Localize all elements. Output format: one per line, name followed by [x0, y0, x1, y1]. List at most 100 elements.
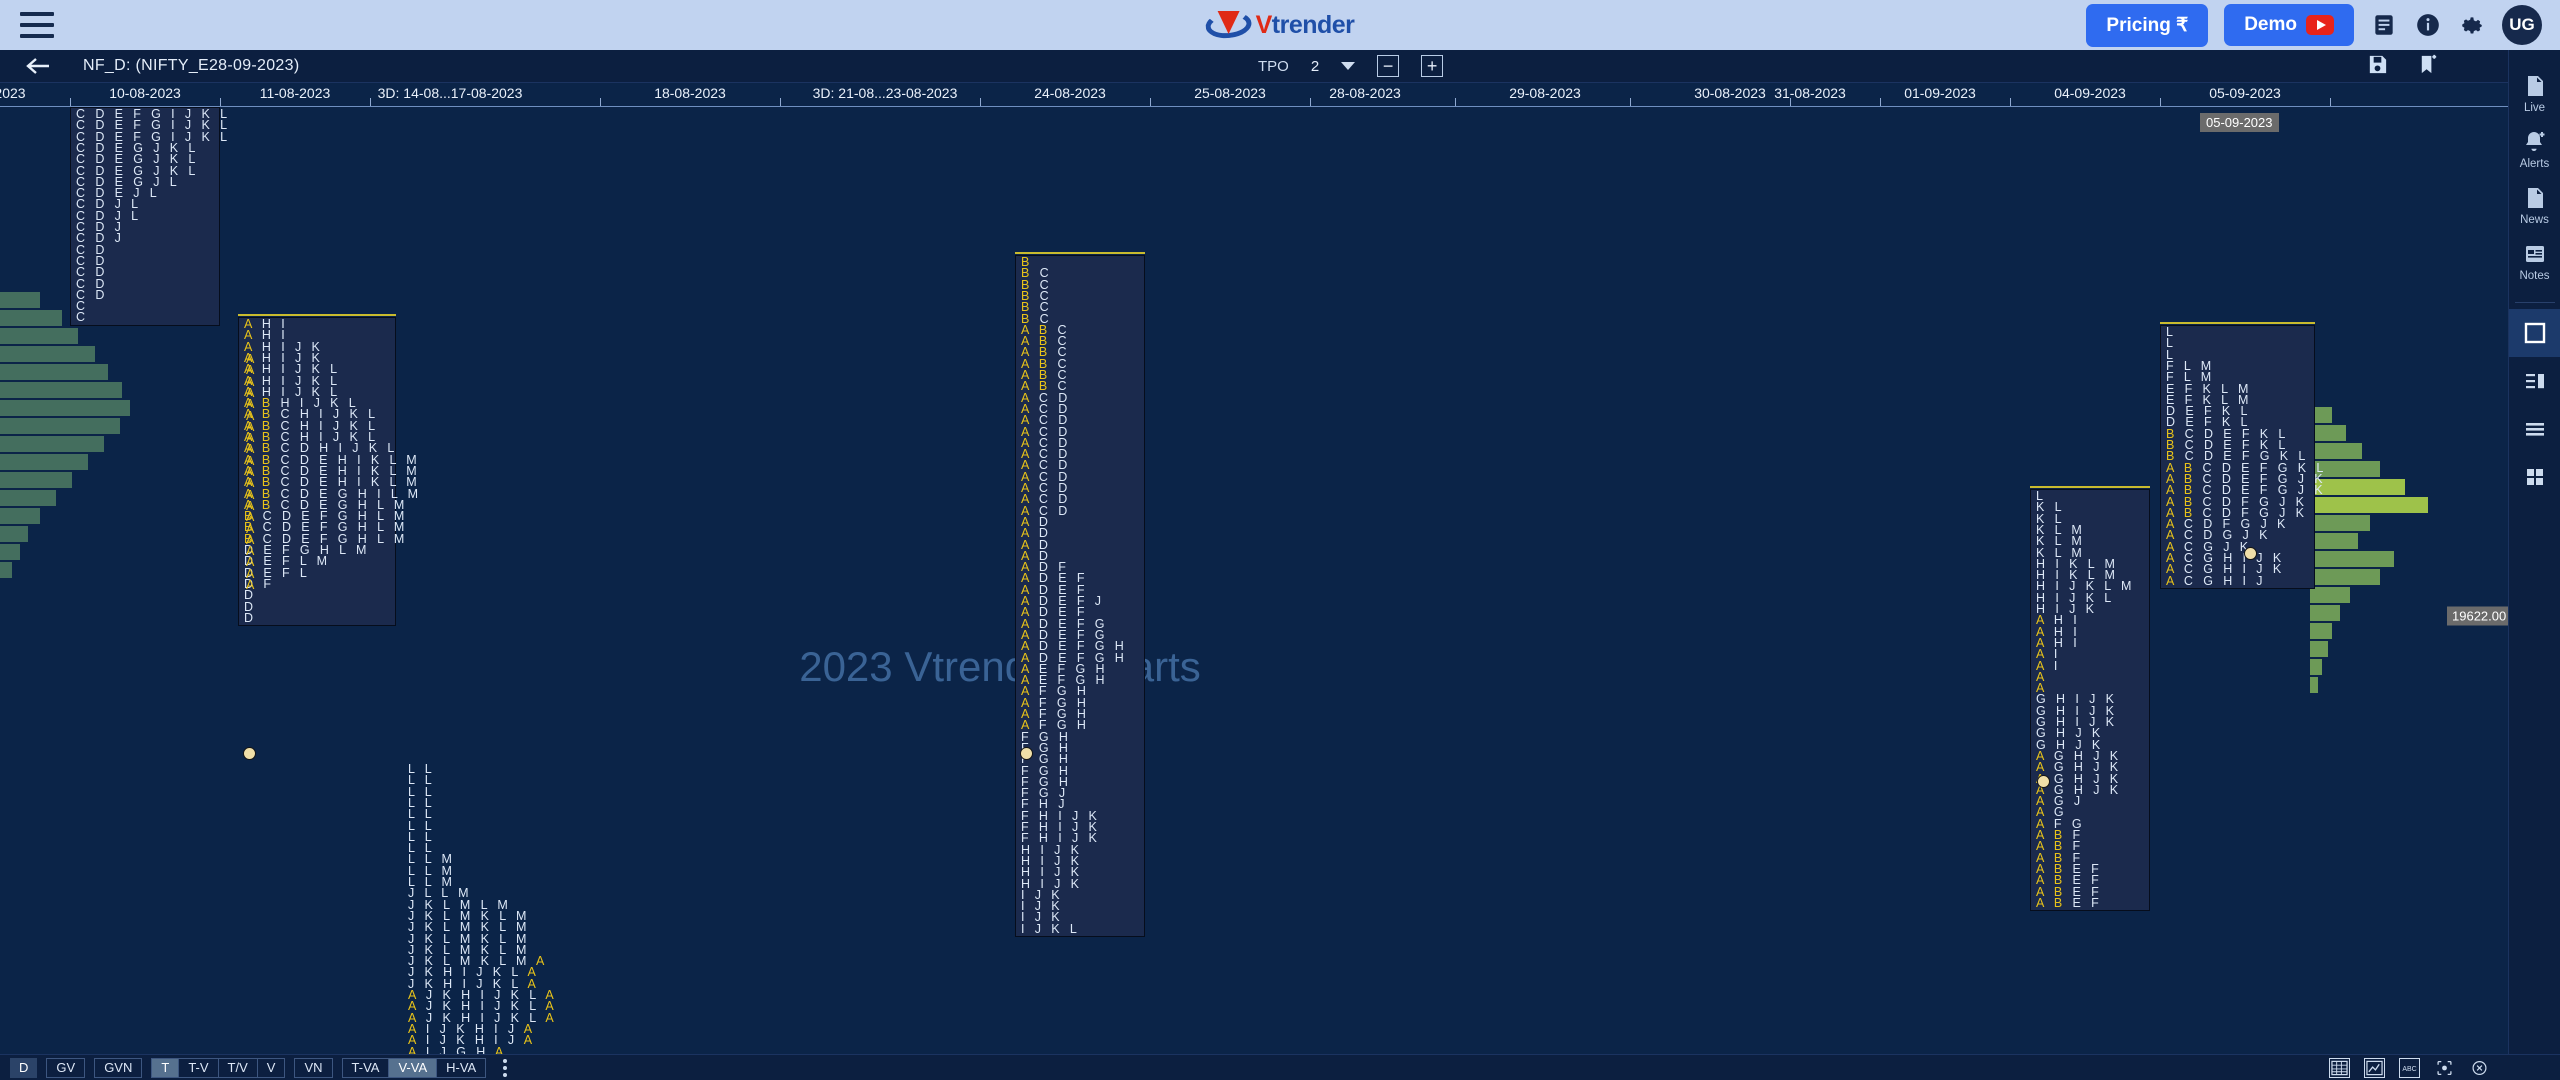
- bottom-toolbar-button-t-va[interactable]: T-VA: [341, 1057, 390, 1078]
- tpo-letter: K: [1070, 876, 1083, 891]
- user-avatar[interactable]: UG: [2502, 5, 2542, 45]
- tpo-letter: I: [2053, 658, 2061, 673]
- volume-profile-bar: [0, 418, 120, 434]
- bottom-toolbar-button-gvn[interactable]: GVN: [94, 1057, 143, 1078]
- crosshair-icon[interactable]: [2434, 1058, 2455, 1078]
- tpo-letter: J: [2093, 782, 2110, 797]
- tpo-letter: J: [2256, 573, 2266, 588]
- tpo-letter: I: [2073, 635, 2081, 650]
- tpo-label: TPO: [1258, 57, 1289, 75]
- bottom-toolbar-button-v-va[interactable]: V-VA: [388, 1057, 438, 1078]
- list-icon[interactable]: [2370, 11, 2398, 39]
- pricing-button-label: Pricing ₹: [2106, 14, 2189, 36]
- volume-profile-bar: [2310, 533, 2358, 549]
- volume-profile-bar: [2310, 443, 2362, 459]
- date-axis-label: 18-08-2023: [654, 85, 726, 101]
- bottom-toolbar-group: GVN: [94, 1057, 143, 1078]
- single-pane-layout-icon[interactable]: [2508, 309, 2560, 357]
- tpo-decrease-button[interactable]: −: [1377, 55, 1400, 77]
- live-document-icon: [2527, 76, 2543, 96]
- tpo-letter: F: [263, 576, 275, 591]
- rows-layout-icon[interactable]: [2509, 405, 2560, 453]
- tpo-letter: E: [2072, 895, 2092, 910]
- sidebar-item-live-label: Live: [2523, 102, 2546, 114]
- date-axis: 2023 10-08-2023 11-08-2023 3D: 14-08...17-0…: [0, 83, 2508, 107]
- tpo-row: C: [76, 311, 88, 324]
- tpo-letter: L: [377, 531, 394, 546]
- chart-toolbar: NF_D: (NIFTY_E28-09-2023) TPO 2 − +: [0, 50, 2560, 83]
- date-axis-tick: [220, 98, 221, 106]
- bottom-toolbar-button-v[interactable]: V: [256, 1057, 286, 1078]
- pricing-button[interactable]: Pricing ₹: [2086, 3, 2209, 47]
- gear-icon[interactable]: [2458, 11, 2486, 39]
- chart-canvas[interactable]: 2023 Vtrender Charts C D E F G I J K L C…: [0, 107, 2508, 1054]
- tpo-letter: A: [545, 1010, 558, 1025]
- volume-profile-bar: [2310, 623, 2332, 639]
- tpo-letter: J: [439, 1044, 457, 1054]
- tpo-letter: H: [476, 1044, 495, 1054]
- vtrender-logo[interactable]: Vtrender: [1204, 9, 1355, 41]
- bookmark-add-icon[interactable]: [2417, 53, 2440, 80]
- tpo-value[interactable]: 2: [1311, 58, 1319, 75]
- save-icon[interactable]: [2366, 53, 2389, 80]
- chevron-down-icon[interactable]: [1341, 62, 1356, 70]
- symbol-label: NF_D: (NIFTY_E28-09-2023): [83, 57, 300, 74]
- demo-button[interactable]: Demo: [2224, 4, 2354, 46]
- avatar-initials: UG: [2509, 15, 2535, 34]
- tpo-letter: A: [494, 1044, 507, 1054]
- volume-profile-bar: [2310, 587, 2350, 603]
- bottom-toolbar-group: GV: [46, 1057, 86, 1078]
- tpo-letter: J: [1094, 594, 1105, 608]
- date-axis-tick: [1310, 98, 1311, 106]
- sidebar-item-news[interactable]: News: [2509, 176, 2560, 232]
- date-axis-tick: [980, 98, 981, 106]
- info-icon[interactable]: [2414, 11, 2442, 39]
- bottom-toolbar-button-gv[interactable]: GV: [46, 1057, 86, 1078]
- tpo-letter: K: [2105, 715, 2118, 729]
- youtube-play-icon: [2306, 15, 2334, 35]
- split-pane-layout-icon[interactable]: [2509, 357, 2560, 405]
- sidebar-item-notes[interactable]: Notes: [2509, 232, 2560, 288]
- tpo-row: I J K L: [1021, 921, 1080, 936]
- date-axis-label: 31-08-2023: [1774, 85, 1846, 101]
- date-axis-tick: [2330, 98, 2331, 106]
- date-axis-label: 05-09-2023: [2209, 85, 2281, 101]
- tpo-letter: D: [95, 287, 108, 302]
- bottom-toolbar-button-t-v[interactable]: T/V: [217, 1057, 258, 1078]
- sidebar-item-live[interactable]: Live: [2509, 64, 2560, 120]
- toolbar-save-actions: [2366, 53, 2440, 80]
- grid-table-icon[interactable]: [2329, 1057, 2350, 1078]
- date-axis-tick: [1455, 98, 1456, 106]
- tpo-row: D: [244, 612, 256, 625]
- tpo-letter: I: [425, 1044, 440, 1054]
- grid-layout-icon[interactable]: [2509, 453, 2560, 501]
- volume-profile-bar: [0, 562, 12, 578]
- sidebar-item-alerts-label: Alerts: [2519, 158, 2550, 170]
- bottom-toolbar-button-d[interactable]: D: [10, 1057, 38, 1078]
- bottom-toolbar-button-h-va[interactable]: H-VA: [436, 1057, 487, 1078]
- back-arrow-icon[interactable]: [25, 55, 51, 77]
- volume-profile-bar: [2310, 515, 2370, 531]
- sidebar-item-alerts[interactable]: Alerts: [2509, 120, 2560, 176]
- bottom-toolbar-button-t[interactable]: T: [151, 1057, 180, 1078]
- tpo-letter: B: [2053, 895, 2073, 910]
- vtrender-logo-icon: [1204, 9, 1253, 41]
- volume-profile-bar: [2310, 497, 2428, 513]
- close-circle-icon[interactable]: [2469, 1058, 2490, 1078]
- more-options-icon[interactable]: [503, 1058, 508, 1077]
- chart-snapshot-icon[interactable]: [2364, 1057, 2385, 1078]
- bottom-toolbar-button-t-v[interactable]: T-V: [178, 1057, 219, 1078]
- date-axis-tick: [370, 98, 371, 106]
- price-marker-tag: 19622.00: [2447, 606, 2512, 626]
- tpo-increase-button[interactable]: +: [1421, 55, 1444, 77]
- tpo-letter: J: [1034, 921, 1052, 936]
- tpo-row: A I J G H A: [408, 1044, 507, 1054]
- volume-profile-bar: [0, 310, 62, 326]
- hamburger-icon[interactable]: [20, 12, 54, 38]
- volume-profile-bar: [2310, 659, 2322, 675]
- abc-text-icon[interactable]: ABC: [2399, 1057, 2420, 1078]
- tpo-letter: K: [2277, 517, 2289, 532]
- bottom-toolbar-button-vn[interactable]: VN: [294, 1057, 333, 1078]
- volume-profile-bar: [2310, 605, 2340, 621]
- volume-profile-bar: [2310, 569, 2380, 585]
